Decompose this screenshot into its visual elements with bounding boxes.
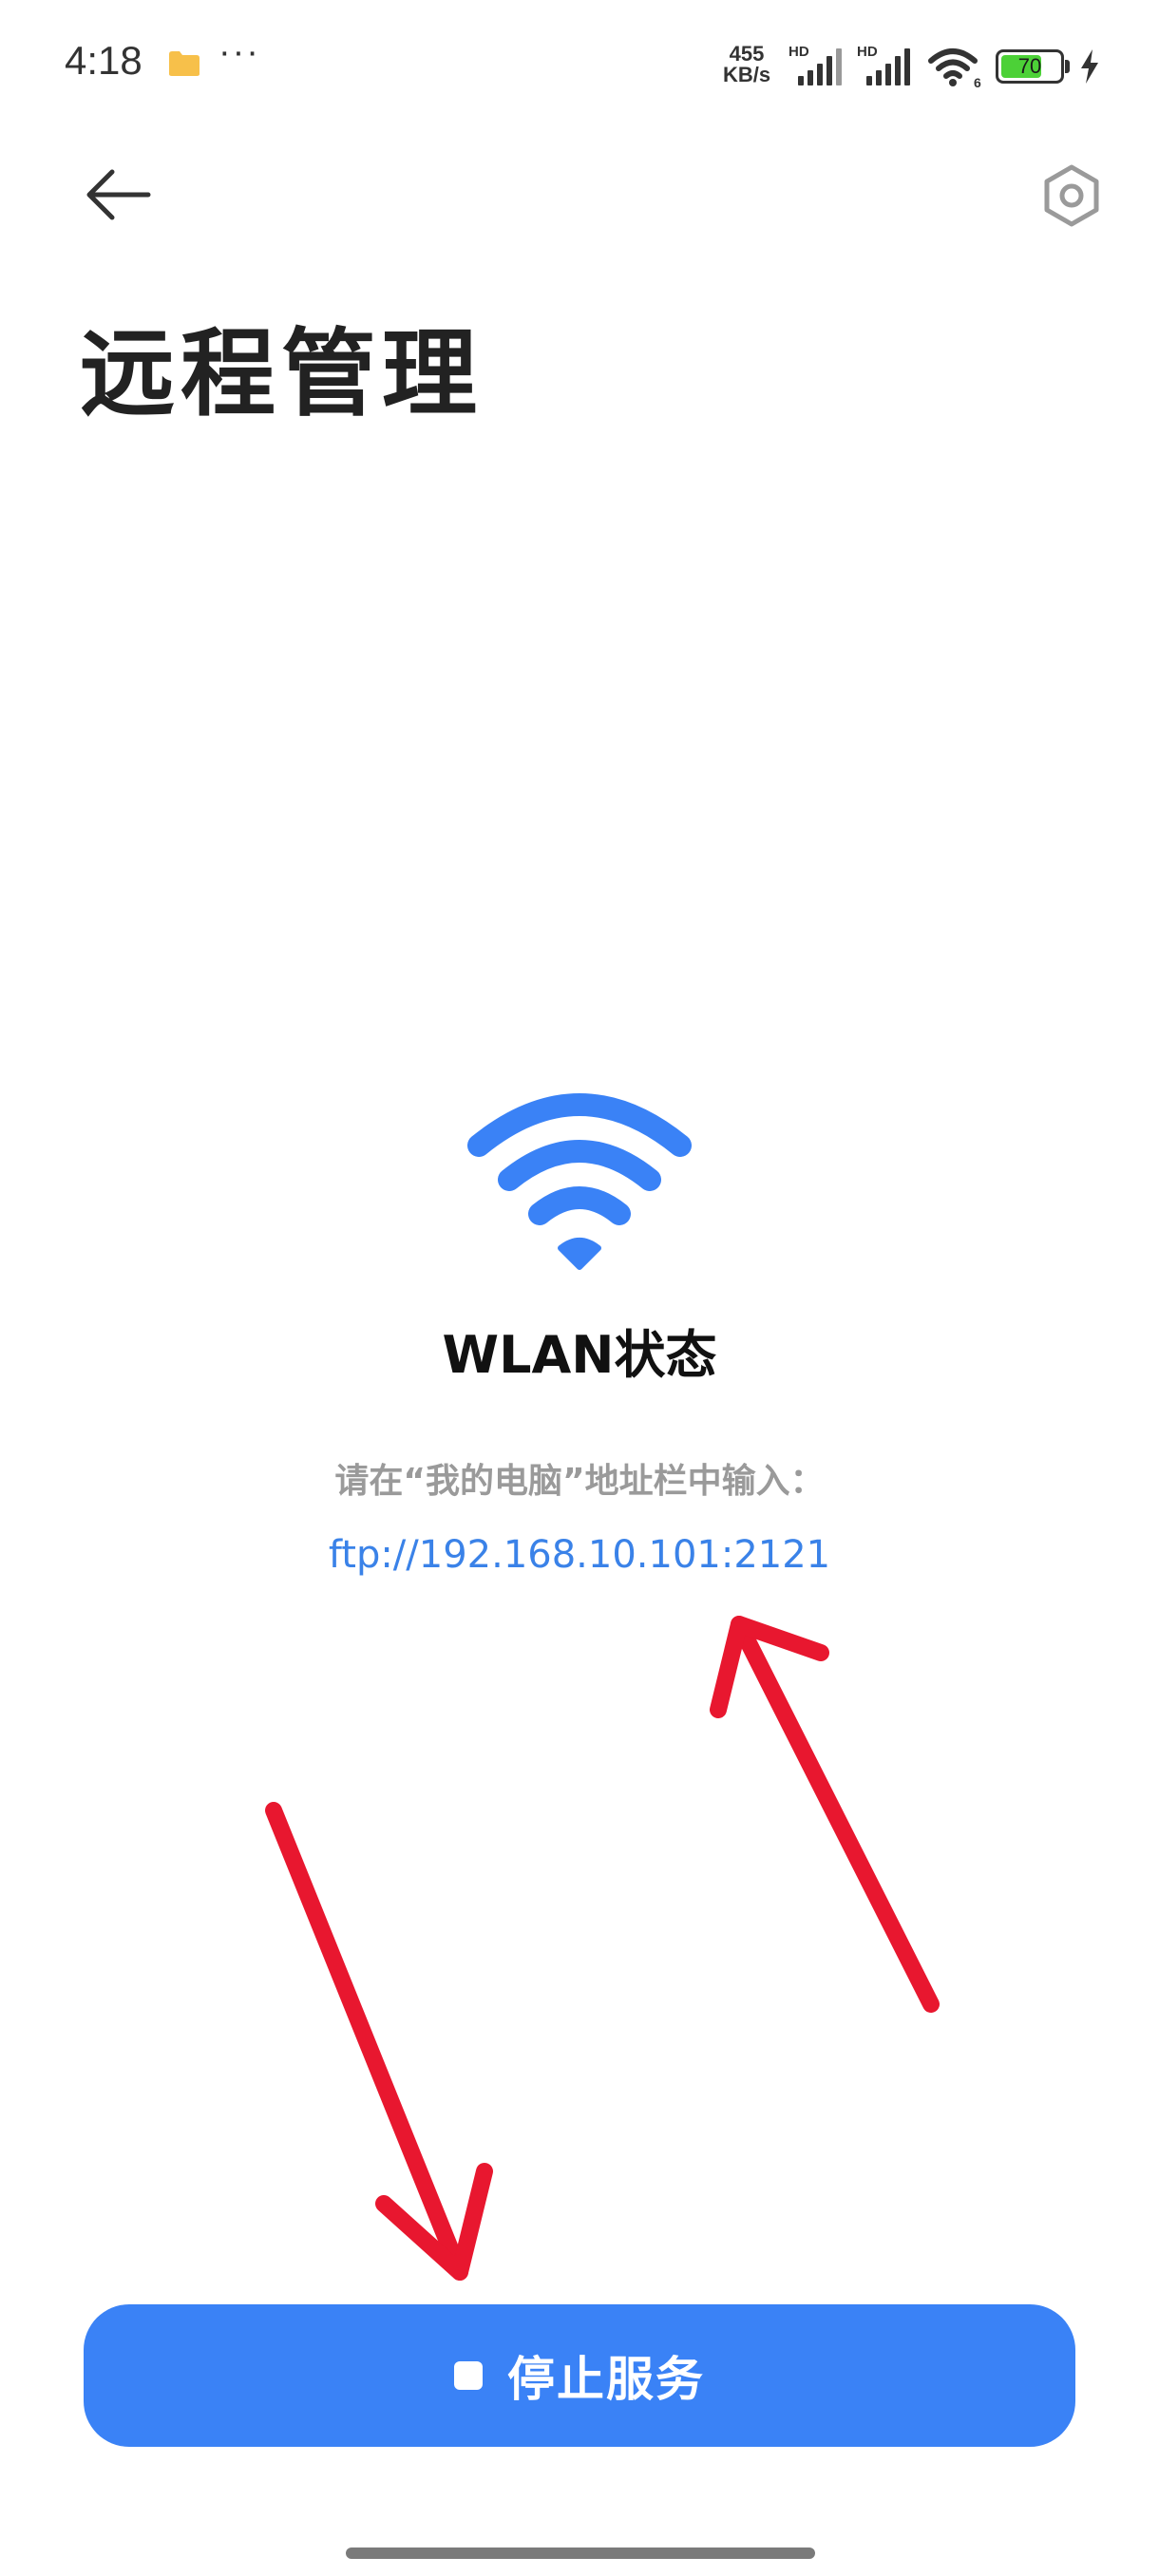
network-speed-value: 455 (729, 42, 765, 66)
arrow-down-annotation (265, 1802, 493, 2281)
more-notifications-icon: ··· (218, 32, 260, 72)
folder-icon (169, 51, 200, 76)
arrow-left-icon (86, 169, 151, 220)
stop-square-icon (454, 2361, 483, 2390)
arrow-up-annotation (710, 1616, 940, 2013)
battery-cap (1065, 60, 1070, 73)
page-title: 远程管理 (80, 318, 483, 429)
sim1-signal: HD (788, 44, 846, 87)
instruction-text: 请在“我的电脑”地址栏中输入： (334, 1462, 825, 1501)
battery-icon: 70 (996, 49, 1072, 84)
hexagon-settings-icon (1044, 164, 1099, 227)
home-indicator[interactable] (346, 2548, 815, 2559)
network-speed-unit: KB/s (722, 63, 771, 86)
charging-icon (1081, 49, 1098, 84)
wifi-status-icon: 6 (928, 48, 981, 89)
sim2-hd-label: HD (857, 44, 878, 60)
ftp-address[interactable]: ftp://192.168.10.101:2121 (0, 1533, 1159, 1577)
wifi-badge: 6 (974, 75, 981, 89)
wifi-icon (467, 1093, 692, 1270)
sim2-signal: HD (857, 44, 914, 87)
stop-service-button[interactable]: 停止服务 (84, 2304, 1075, 2447)
back-button[interactable] (80, 161, 160, 228)
status-time: 4:18 (65, 38, 142, 83)
status-bar: 4:18 ··· 455 KB/s HD HD 6 70 (0, 0, 1159, 133)
stop-service-label: 停止服务 (507, 2352, 705, 2407)
remote-management-screen: 4:18 ··· 455 KB/s HD HD 6 70 远程管理 WLAN状态… (0, 0, 1159, 2576)
settings-button[interactable] (1037, 161, 1106, 230)
sim1-hd-label: HD (788, 44, 809, 60)
wlan-status-title: WLAN状态 (442, 1325, 717, 1385)
network-speed: 455 KB/s (718, 44, 775, 85)
battery-level: 70 (1017, 54, 1042, 78)
